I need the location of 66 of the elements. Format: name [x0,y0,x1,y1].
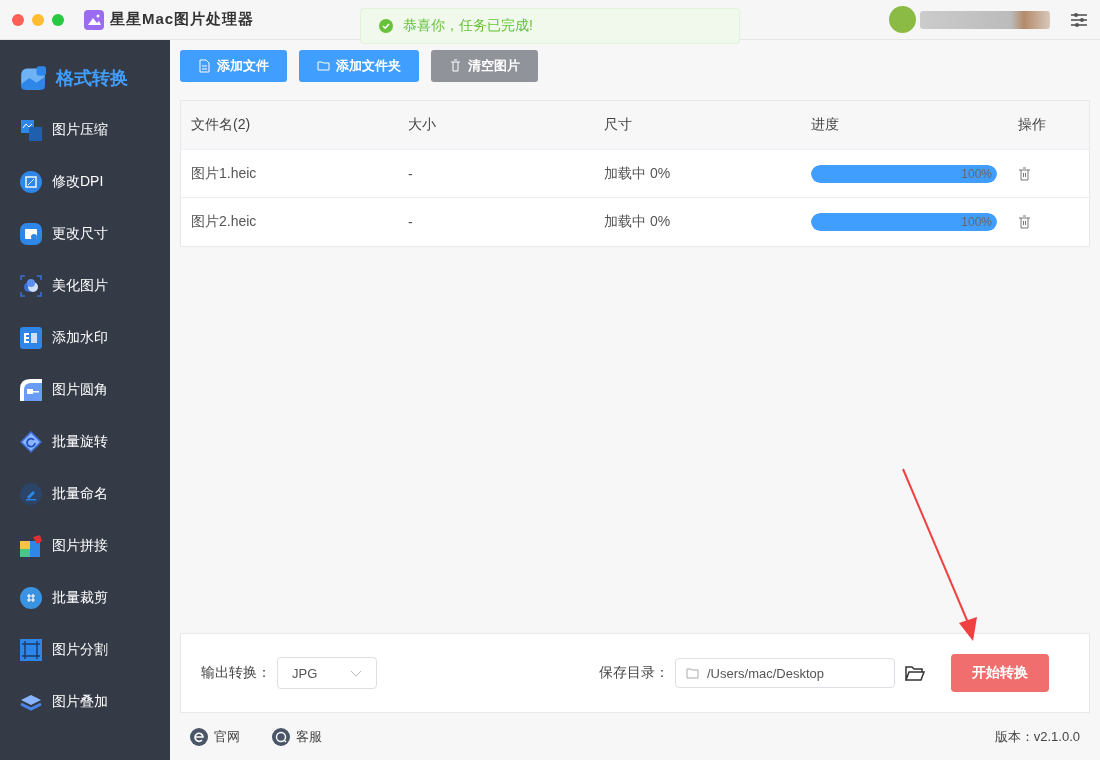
file-size: - [407,214,414,230]
puzzle-icon [20,535,42,557]
sidebar-item[interactable]: 图片圆角 [0,364,170,416]
sidebar-item[interactable]: 批量旋转 [0,416,170,468]
check-circle-icon [379,19,393,33]
column-header: 尺寸 [603,116,633,134]
document-icon [198,59,211,73]
delete-button[interactable] [1018,166,1031,181]
sidebar-item[interactable]: 图片叠加 [0,676,170,728]
save-path-field[interactable]: /Users/mac/Desktop [675,658,895,688]
avatar[interactable] [889,6,916,33]
toast-message: 恭喜你，任务已完成! [403,17,533,35]
file-dimensions: 加载中 0% [603,164,672,183]
format-label: 输出转换： [201,664,271,682]
crop-icon [20,587,42,609]
trash-icon [1018,215,1031,229]
close-button[interactable] [12,13,24,26]
sidebar-item[interactable]: 图片分割 [0,624,170,676]
chevron-down-icon [350,669,362,677]
window-title: 星星Mac图片处理器 [110,10,255,29]
zoom-button[interactable] [52,13,64,26]
file-name: 图片1.heic [190,164,258,183]
circles-icon [20,275,42,297]
file-dimensions: 加载中 0% [603,213,672,231]
trash-icon [1018,166,1031,181]
minimize-button[interactable] [32,13,44,26]
column-header: 大小 [407,116,437,134]
progress-reading: 100% [961,166,992,181]
compress-icon [20,119,42,141]
sidebar-item[interactable]: 批量命名 [0,468,170,520]
rounded-corner-icon [20,379,42,401]
footer-link[interactable]: 官网 [190,727,240,746]
sidebar-item[interactable]: 美化图片 [0,260,170,312]
sidebar-item[interactable]: 格式转换 [0,52,170,104]
footer-link[interactable]: 客服 [272,727,322,746]
folder-icon [317,59,330,73]
sidebar-item[interactable]: 添加水印 [0,312,170,364]
chat-icon [272,727,290,746]
column-header: 操作 [1017,116,1047,134]
folder-icon [686,667,699,679]
sidebar-item[interactable]: 修改DPI [0,156,170,208]
browse-folder-button[interactable] [905,664,925,682]
delete-button[interactable] [1018,215,1031,229]
picture-icon [20,65,46,91]
version-label: 版本：v2.1.0.0 [994,727,1080,746]
format-dropdown[interactable]: JPG [277,657,377,689]
pencil-icon [20,483,42,505]
dpi-icon [20,171,42,193]
sidebar-item[interactable]: 图片压缩 [0,104,170,156]
column-header: 文件名(2) [190,116,252,134]
watermark-icon [20,327,42,349]
sidebar-item[interactable]: 批量裁剪 [0,572,170,624]
file-size: - [407,165,414,182]
app-logo-icon [84,9,104,30]
save-directory-label: 保存目录： [599,664,669,682]
sidebar-item[interactable]: 更改尺寸 [0,208,170,260]
trash-icon [449,59,462,73]
open-folder-icon [905,664,925,682]
browser-icon [190,727,208,746]
progress-reading: 100% [961,215,992,229]
file-name: 图片2.heic [190,213,258,231]
resize-icon [20,223,42,245]
grid-icon [20,639,42,661]
sidebar-item[interactable]: 图片拼接 [0,520,170,572]
settings-icon [1070,11,1088,28]
column-header: 进度 [810,116,840,134]
